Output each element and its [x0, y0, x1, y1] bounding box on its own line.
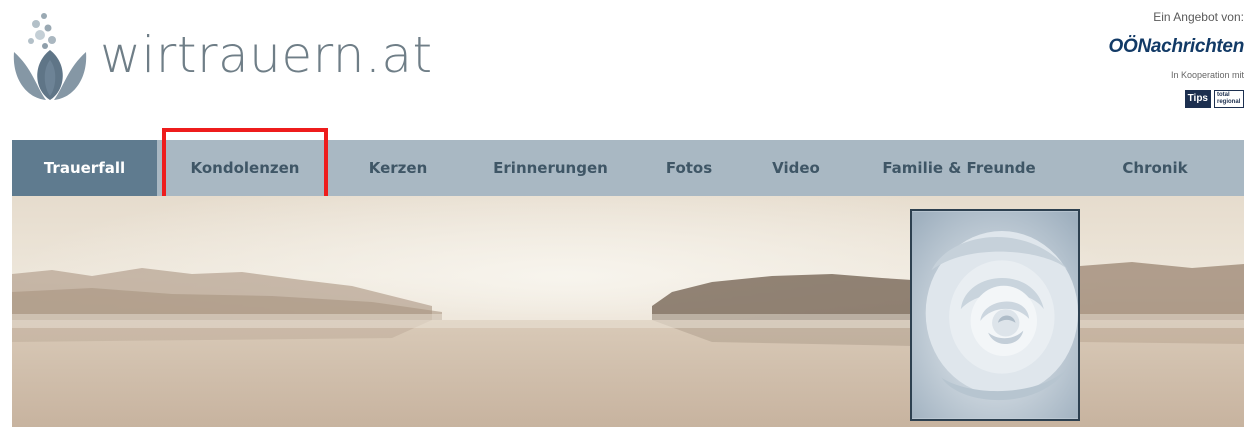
- tulip-flower-icon: [13, 13, 87, 100]
- nav-item-fotos[interactable]: Fotos: [638, 140, 740, 196]
- cooperation-label: In Kooperation mit: [1170, 70, 1244, 80]
- hero-banner: [12, 196, 1244, 427]
- site-logo[interactable]: wirtrauern.at: [0, 0, 433, 110]
- nav-item-label: Video: [772, 159, 820, 177]
- logo-wordmark: wirtrauern.at: [100, 26, 433, 84]
- sponsor-block: Ein Angebot von: OÖNachrichten In Kooper…: [984, 10, 1244, 120]
- nav-item-trauerfall[interactable]: Trauerfall: [12, 140, 157, 196]
- nav-item-kondolenzen[interactable]: Kondolenzen: [157, 140, 333, 196]
- partner-logos: Tips total regional: [1184, 88, 1244, 110]
- nav-item-label: Trauerfall: [43, 159, 126, 177]
- site-header: wirtrauern.at Ein Angebot von: OÖNachric…: [0, 0, 1256, 120]
- nav-item-label: Erinnerungen: [493, 159, 608, 177]
- nav-item-label: Fotos: [665, 159, 713, 177]
- nav-item-familie-freunde[interactable]: Familie & Freunde: [852, 140, 1066, 196]
- nav-item-video[interactable]: Video: [740, 140, 852, 196]
- nav-item-label: Kerzen: [368, 159, 428, 177]
- partner-logo-tips[interactable]: Tips: [1184, 90, 1211, 108]
- sponsor-brand-logo[interactable]: OÖNachrichten: [1109, 36, 1245, 58]
- deceased-portrait-frame[interactable]: [910, 209, 1080, 421]
- white-rose-image: [912, 211, 1078, 419]
- partner-logo-total-regional[interactable]: total regional: [1214, 90, 1244, 108]
- nav-item-label: Chronik: [1122, 159, 1188, 177]
- nav-item-label: Kondolenzen: [190, 159, 300, 177]
- nav-item-kerzen[interactable]: Kerzen: [333, 140, 463, 196]
- main-navigation: Trauerfall Kondolenzen Kerzen Erinnerung…: [12, 140, 1244, 196]
- nav-item-chronik[interactable]: Chronik: [1066, 140, 1244, 196]
- nav-item-erinnerungen[interactable]: Erinnerungen: [463, 140, 638, 196]
- sponsor-label: Ein Angebot von:: [1153, 10, 1244, 24]
- nav-item-label: Familie & Freunde: [882, 159, 1036, 177]
